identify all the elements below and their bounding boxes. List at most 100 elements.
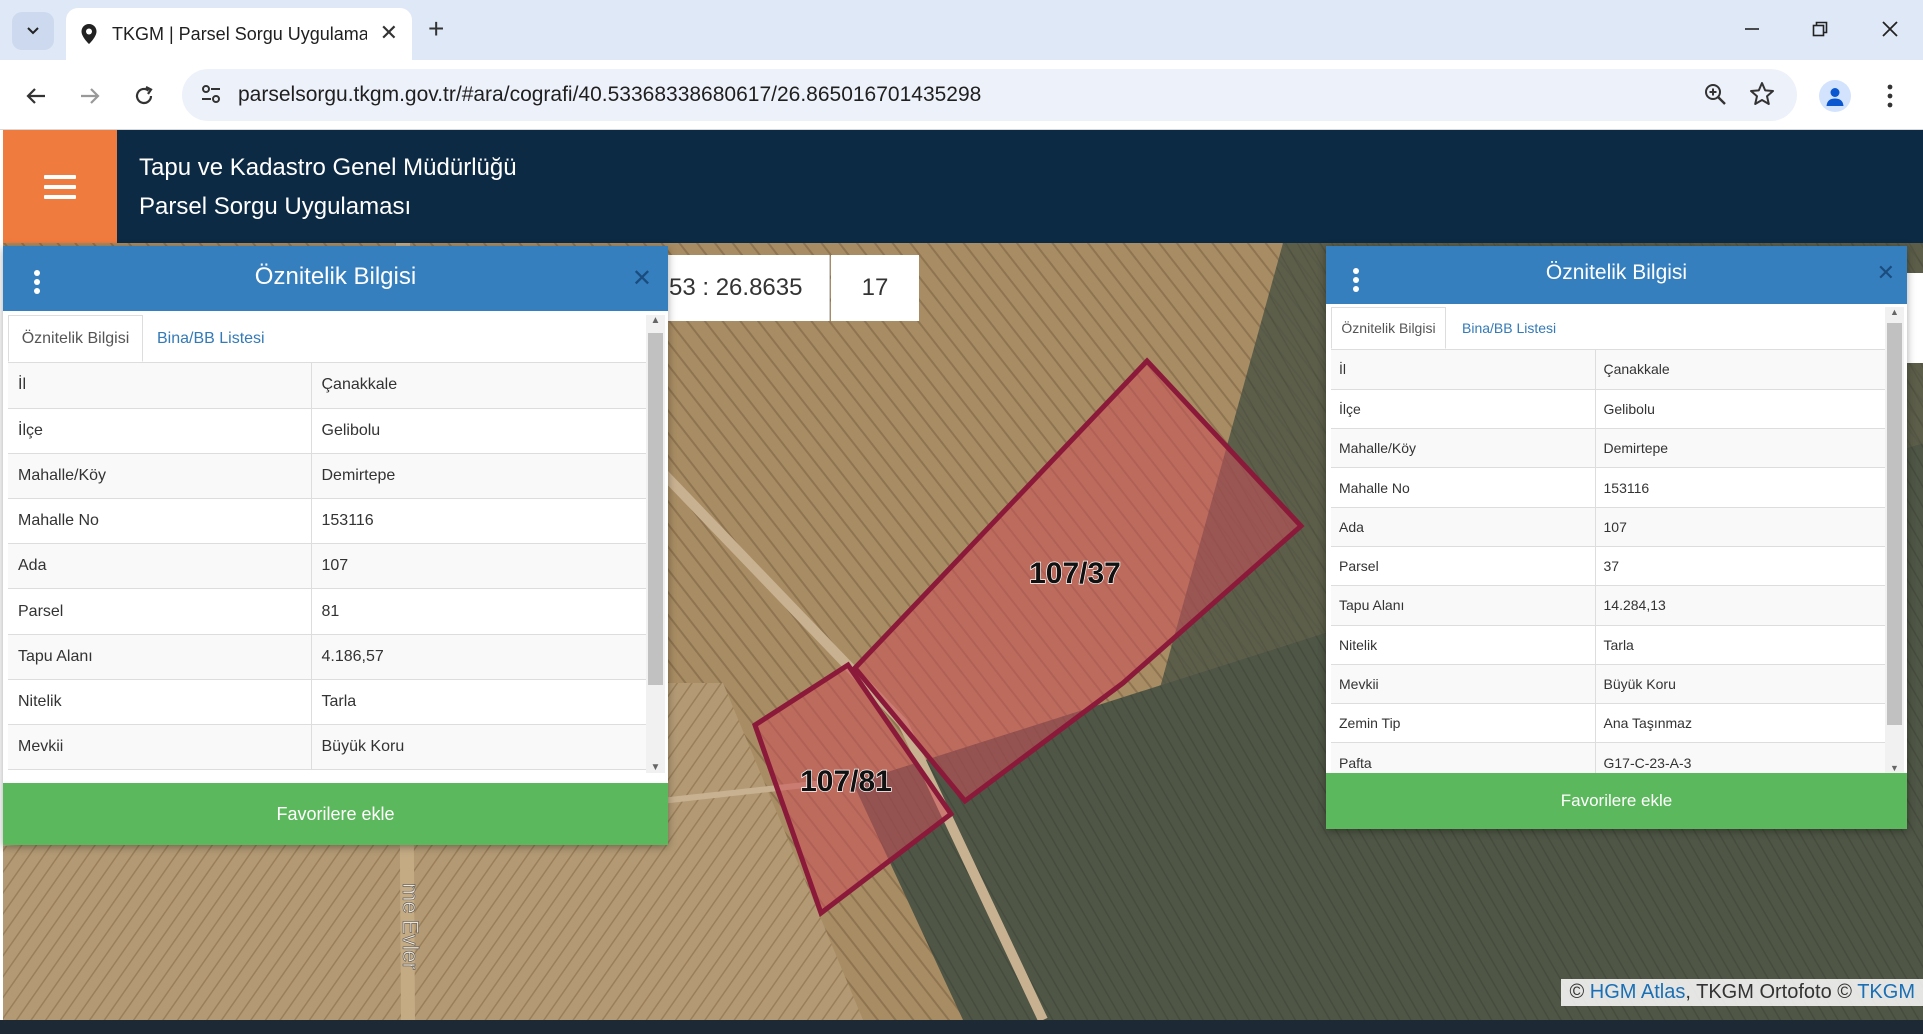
reload-button[interactable]: [126, 78, 162, 114]
attribute-key: Tapu Alanı: [8, 634, 312, 680]
close-tab-icon[interactable]: ✕: [380, 22, 398, 44]
hamburger-icon: [44, 169, 76, 205]
panel-header: Öznitelik Bilgisi ✕: [1326, 246, 1907, 304]
panel-scrollbar[interactable]: ▲ ▼: [1885, 307, 1904, 773]
reload-icon: [135, 86, 153, 105]
attribute-value: 81: [311, 588, 646, 635]
tab-attribute-info[interactable]: Öznitelik Bilgisi: [8, 315, 143, 362]
scroll-down-icon[interactable]: ▼: [646, 762, 665, 773]
arrow-right-icon: [81, 88, 100, 104]
bookmark-star-icon[interactable]: [1749, 81, 1775, 107]
attribute-key: Pafta: [1331, 742, 1596, 773]
browser-tab-active[interactable]: TKGM | Parsel Sorgu Uygulaması ✕: [66, 8, 412, 60]
table-row: Pafta G17-C-23-A-3: [1331, 742, 1886, 773]
attribute-key: İl: [8, 363, 312, 409]
attribute-key: Parsel: [8, 588, 312, 635]
main-menu-button[interactable]: [3, 130, 117, 243]
tkgm-link[interactable]: TKGM: [1857, 981, 1915, 1003]
table-row: İl Çanakkale: [8, 363, 646, 409]
attribute-value: 153116: [311, 498, 646, 545]
attribute-key: İlçe: [8, 408, 312, 454]
attribute-table: İl Çanakkale İlçe Gelibolu Mahalle/Köy Demi…: [8, 363, 646, 773]
attribute-value: 107: [1595, 507, 1886, 547]
more-vertical-icon: [1887, 84, 1893, 108]
hgm-atlas-link[interactable]: HGM Atlas: [1590, 981, 1686, 1003]
table-row: İl Çanakkale: [1331, 350, 1886, 390]
table-row: Mahalle No 153116: [1331, 467, 1886, 508]
table-row: Mevkii Büyük Koru: [1331, 664, 1886, 705]
tab-attribute-info[interactable]: Öznitelik Bilgisi: [1331, 307, 1446, 349]
tab-title: TKGM | Parsel Sorgu Uygulaması: [112, 23, 367, 44]
scroll-down-icon[interactable]: ▼: [1885, 763, 1904, 773]
app-header: Tapu ve Kadastro Genel Müdürlüğü Parsel …: [3, 130, 1923, 243]
address-bar[interactable]: parselsorgu.tkgm.gov.tr/#ara/cografi/40.…: [182, 69, 1797, 121]
table-row: Tapu Alanı 14.284,13: [1331, 585, 1886, 626]
table-row: Mahalle No 153116: [8, 498, 646, 545]
browser-menu-button[interactable]: [1880, 80, 1900, 112]
attribute-value: Gelibolu: [311, 408, 646, 454]
map-control-strip[interactable]: [1906, 273, 1923, 363]
map-attribution: © HGM Atlas, TKGM Ortofoto © TKGM: [1561, 979, 1923, 1006]
os-taskbar: [0, 1020, 1923, 1034]
app-title-line2: Parsel Sorgu Uygulaması: [139, 193, 412, 220]
tab-building-list[interactable]: Bina/BB Listesi: [157, 315, 265, 362]
attribute-value: Demirtepe: [311, 453, 646, 500]
table-row: Ada 107: [1331, 507, 1886, 547]
profile-avatar[interactable]: [1819, 80, 1851, 112]
new-tab-button[interactable]: +: [428, 14, 444, 44]
panel-header: Öznitelik Bilgisi ✕: [3, 246, 668, 311]
tab-search-button[interactable]: [12, 12, 54, 50]
zoom-icon[interactable]: [1703, 82, 1727, 106]
attribute-key: Mahalle No: [8, 498, 312, 545]
scrollbar-thumb[interactable]: [648, 333, 663, 685]
attribute-value: Gelibolu: [1595, 389, 1886, 430]
attribute-value: Büyük Koru: [311, 724, 646, 771]
attribute-value: Tarla: [1595, 625, 1886, 665]
close-icon: [1882, 21, 1898, 37]
restore-window-button[interactable]: [1800, 12, 1840, 46]
panel-close-icon[interactable]: ✕: [632, 264, 652, 293]
restore-icon: [1812, 21, 1828, 37]
browser-tabstrip: TKGM | Parsel Sorgu Uygulaması ✕ +: [0, 0, 1923, 60]
panel-scrollbar[interactable]: ▲ ▼: [646, 315, 665, 773]
table-row: Mevkii Büyük Koru: [8, 724, 646, 771]
table-row: Mahalle/Köy Demirtepe: [8, 453, 646, 500]
panel-title: Öznitelik Bilgisi: [1545, 261, 1688, 284]
parcel-label-107-37: 107/37: [1029, 557, 1121, 590]
minimize-window-button[interactable]: [1732, 12, 1772, 46]
panel-close-icon[interactable]: ✕: [1877, 260, 1895, 286]
attribute-key: Mevkii: [1331, 664, 1596, 705]
add-to-favorites-button[interactable]: Favorilere ekle: [1326, 773, 1907, 829]
attribute-key: Ada: [1331, 507, 1596, 547]
forward-button[interactable]: [72, 78, 108, 114]
attribute-key: Nitelik: [8, 679, 312, 726]
attribute-panel-left: Öznitelik Bilgisi ✕ Öznitelik Bilgisi Bi…: [3, 246, 668, 845]
url-text: parselsorgu.tkgm.gov.tr/#ara/cografi/40.…: [238, 83, 982, 106]
close-window-button[interactable]: [1870, 12, 1910, 46]
panel-tabs: Öznitelik Bilgisi Bina/BB Listesi: [1331, 307, 1885, 350]
map-road-label: me Evler: [398, 883, 423, 970]
attribute-value: 4.186,57: [311, 634, 646, 680]
scroll-up-icon[interactable]: ▲: [646, 315, 665, 326]
add-to-favorites-button[interactable]: Favorilere ekle: [3, 783, 668, 845]
table-row: İlçe Gelibolu: [1331, 389, 1886, 430]
attribute-panel-right: Öznitelik Bilgisi ✕ Öznitelik Bilgisi Bi…: [1326, 246, 1907, 829]
attribute-value: Demirtepe: [1595, 428, 1886, 469]
attribute-value: G17-C-23-A-3: [1595, 742, 1886, 773]
attribute-key: Ada: [8, 543, 312, 590]
chevron-down-icon: [27, 27, 39, 35]
attribute-value: Çanakkale: [311, 363, 646, 409]
panel-tabs: Öznitelik Bilgisi Bina/BB Listesi: [8, 315, 646, 363]
attribute-value: 107: [311, 543, 646, 590]
site-settings-icon[interactable]: [200, 83, 222, 105]
attribute-key: İl: [1331, 350, 1596, 390]
arrow-left-icon: [26, 88, 45, 104]
table-row: Tapu Alanı 4.186,57: [8, 634, 646, 680]
attribute-value: 153116: [1595, 467, 1886, 508]
tab-building-list[interactable]: Bina/BB Listesi: [1462, 307, 1556, 349]
attribution-middle: , TKGM Ortofoto ©: [1685, 981, 1853, 1003]
scroll-up-icon[interactable]: ▲: [1885, 307, 1904, 317]
attribute-key: Nitelik: [1331, 625, 1596, 665]
scrollbar-thumb[interactable]: [1887, 323, 1902, 725]
back-button[interactable]: [18, 78, 54, 114]
